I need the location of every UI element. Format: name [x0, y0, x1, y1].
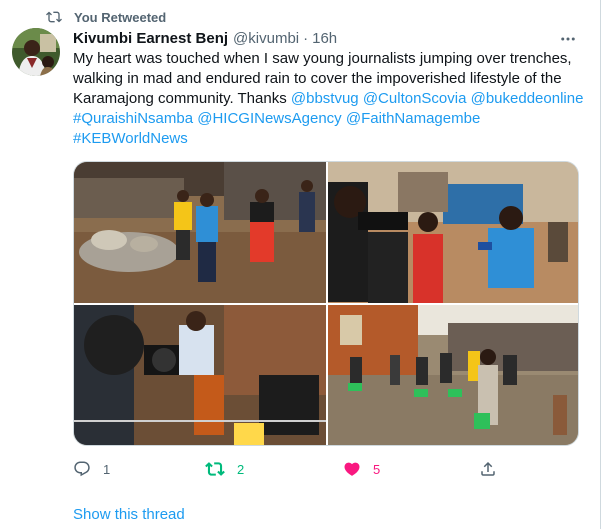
mention-link[interactable]: @FaithNamagembe: [346, 110, 480, 127]
retweet-action-icon: [205, 462, 225, 476]
photo-1[interactable]: [74, 162, 326, 303]
more-button[interactable]: [556, 30, 580, 48]
timeline-border: [600, 0, 601, 529]
author-name[interactable]: Kivumbi Earnest Benj: [73, 30, 228, 47]
social-context[interactable]: You Retweeted: [46, 8, 166, 26]
action-bar: 1 2 5: [73, 458, 503, 480]
mention-link[interactable]: @bukeddeonline: [471, 90, 584, 107]
heart-filled-icon: [344, 462, 360, 476]
tweet-text-line: walking in mad and endured rain to cover…: [73, 70, 562, 87]
mention-link[interactable]: @bbstvug: [291, 90, 359, 107]
mention-link[interactable]: @HICGINewsAgency: [197, 110, 341, 127]
mention-link[interactable]: @CultonScovia: [363, 90, 467, 107]
share-button[interactable]: [479, 458, 497, 480]
tweet-timestamp[interactable]: 16h: [312, 30, 337, 47]
retweet-icon: [46, 11, 62, 23]
photo-3[interactable]: [74, 305, 326, 445]
reply-button[interactable]: 1: [73, 458, 110, 480]
hashtag-link[interactable]: #QuraishiNsamba: [73, 110, 193, 127]
media-grid: [73, 161, 579, 446]
reply-icon: [74, 461, 90, 477]
tweet-text: My heart was touched when I saw young jo…: [73, 49, 593, 149]
avatar[interactable]: [12, 28, 60, 76]
hashtag-link[interactable]: #KEBWorldNews: [73, 130, 188, 147]
retweet-button[interactable]: 2: [205, 458, 244, 480]
like-count: 5: [373, 461, 381, 477]
retweet-count: 2: [237, 461, 245, 477]
show-thread-link[interactable]: Show this thread: [73, 506, 185, 523]
more-icon: [561, 37, 575, 41]
tweet-text-line: #QuraishiNsamba @HICGINewsAgency @FaithN…: [73, 109, 593, 129]
author-handle[interactable]: @kivumbi: [233, 30, 299, 47]
share-icon: [481, 461, 495, 476]
tweet-header: Kivumbi Earnest Benj @kivumbi · 16h: [73, 28, 337, 48]
like-button[interactable]: 5: [343, 458, 380, 480]
photo-2[interactable]: [328, 162, 578, 303]
tweet-text-fragment: Karamajong community. Thanks: [73, 90, 287, 107]
tweet-text-line: My heart was touched when I saw young jo…: [73, 50, 572, 67]
tweet-text-line: #KEBWorldNews: [73, 129, 593, 149]
reply-count: 1: [103, 461, 111, 477]
photo-4[interactable]: [328, 305, 578, 445]
tweet-text-line: Karamajong community. Thanks @bbstvug @C…: [73, 89, 593, 109]
separator-dot: ·: [303, 29, 309, 47]
social-context-label: You Retweeted: [74, 9, 167, 25]
